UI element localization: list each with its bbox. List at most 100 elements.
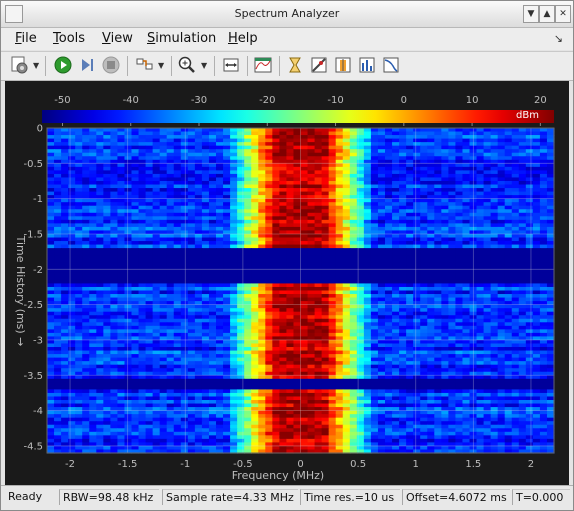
peak-finder-icon[interactable] [309, 55, 329, 75]
heatmap-cell [293, 347, 302, 352]
heatmap-cell [110, 149, 119, 154]
spectrum-settings-icon[interactable] [253, 55, 273, 75]
heatmap-cell [223, 149, 231, 154]
menu-view[interactable]: View [102, 31, 133, 46]
heatmap-cell [363, 272, 372, 277]
heatmap-cell [335, 244, 344, 249]
fit-axes-icon[interactable] [221, 55, 241, 75]
heatmap-cell [110, 226, 119, 232]
heatmap-cell [61, 332, 69, 338]
heatmap-cell [349, 233, 358, 239]
heatmap-cell [124, 216, 133, 221]
spectrogram-plot[interactable]: -50 -40 -30 -20 -10 0 10 20 dBm 0-0.5-1-1.5-2-2… [5, 81, 569, 485]
heatmap-cell [230, 286, 238, 292]
heatmap-cell [251, 322, 259, 327]
zoom-dropdown-icon[interactable]: ▼ [201, 61, 207, 70]
heatmap-cell [434, 212, 442, 217]
menu-simulation[interactable]: Simulation [147, 31, 216, 46]
heatmap-cell [342, 163, 351, 168]
heatmap-cell [455, 138, 464, 143]
step-forward-icon[interactable] [77, 55, 97, 75]
heatmap-cell [476, 226, 485, 232]
heatmap-cell [300, 163, 309, 168]
heatmap-cell [201, 131, 210, 136]
heatmap-cell [187, 145, 196, 150]
heatmap-cell [251, 315, 259, 320]
heatmap-cell [462, 258, 471, 263]
heatmap-cell [413, 145, 421, 150]
title-bar[interactable]: Spectrum Analyzer ▼ ▲ ✕ [1, 1, 573, 28]
heatmap-cell [420, 241, 428, 246]
heatmap-cell [61, 279, 69, 285]
heatmap-cell [448, 149, 457, 154]
heatmap-cell [180, 152, 189, 157]
ccdf-icon[interactable] [381, 55, 401, 75]
highlight-icon[interactable] [135, 55, 155, 75]
heatmap-cell [427, 297, 435, 302]
dock-icon[interactable]: ↘ [554, 32, 563, 45]
heatmap-cell [138, 166, 147, 171]
heatmap-cell [244, 354, 252, 359]
maximize-icon[interactable]: ▲ [539, 5, 555, 23]
heatmap-cell [237, 283, 245, 288]
heatmap-cell [483, 145, 492, 150]
heatmap-cell [363, 269, 372, 274]
minimize-icon[interactable]: ▼ [523, 5, 539, 23]
heatmap-cell [321, 188, 330, 193]
run-icon[interactable] [53, 55, 73, 75]
heatmap-cell [293, 177, 302, 182]
cursor-icon[interactable] [285, 55, 305, 75]
heatmap-cell [194, 332, 203, 338]
settings-dropdown-icon[interactable]: ▼ [33, 61, 39, 70]
colorbar-tick-label: 20 [534, 95, 547, 106]
heatmap-cell [208, 311, 217, 316]
heatmap-cell [47, 142, 55, 147]
distortion-icon[interactable] [357, 55, 377, 75]
close-icon[interactable]: ✕ [555, 5, 571, 23]
channel-measurements-icon[interactable] [333, 55, 353, 75]
menu-file[interactable]: File [15, 31, 37, 46]
menu-help[interactable]: Help [228, 31, 258, 46]
heatmap-cell [525, 354, 534, 359]
heatmap-cell [237, 286, 245, 292]
zoom-in-icon[interactable] [177, 55, 197, 75]
heatmap-cell [377, 237, 386, 242]
heatmap-cell [518, 332, 527, 338]
highlight-dropdown-icon[interactable]: ▼ [158, 61, 164, 70]
heatmap-cell [413, 166, 421, 171]
heatmap-cell [265, 279, 273, 285]
heatmap-cell [427, 173, 435, 179]
heatmap-cell [131, 216, 140, 221]
heatmap-cell [208, 219, 217, 224]
heatmap-cell [427, 184, 435, 189]
heatmap-cell [406, 297, 414, 302]
heatmap-cell [223, 198, 231, 203]
heatmap-cell [546, 180, 555, 186]
heatmap-cell [194, 318, 203, 323]
heatmap-cell [546, 251, 555, 256]
heatmap-cell [504, 237, 513, 242]
heatmap-cell [328, 347, 337, 352]
heatmap-cell [525, 233, 534, 239]
heatmap-cell [75, 138, 83, 143]
heatmap-cell [187, 156, 196, 161]
heatmap-cell [335, 163, 344, 168]
heatmap-cell [335, 131, 344, 136]
heatmap-cell [54, 184, 62, 189]
plot-panel[interactable]: -50 -40 -30 -20 -10 0 10 20 dBm 0 -0.5 -1 -1.5 -2 -2… [5, 81, 569, 485]
heatmap-cell [392, 244, 400, 249]
heatmap-cell [272, 308, 280, 313]
settings-icon[interactable] [9, 55, 29, 75]
heatmap-cell [392, 276, 400, 281]
heatmap-cell [314, 212, 323, 217]
heatmap-cell [103, 163, 111, 168]
heatmap-cell [152, 163, 161, 168]
heatmap-cell [525, 262, 534, 267]
heatmap-cell [216, 262, 224, 267]
heatmap-cell [511, 315, 520, 320]
heatmap-cell [47, 188, 55, 193]
heatmap-cell [68, 216, 76, 221]
menu-tools[interactable]: Tools [53, 31, 85, 46]
heatmap-cell [166, 131, 175, 136]
stop-icon[interactable] [101, 55, 121, 75]
